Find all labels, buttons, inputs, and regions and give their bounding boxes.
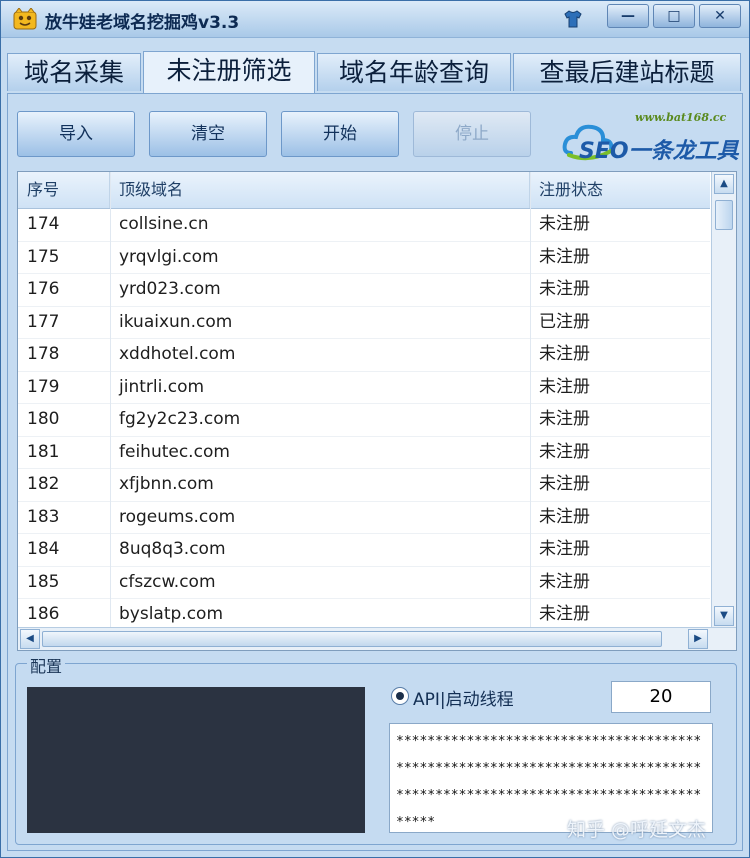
tab-unregistered-filter[interactable]: 未注册筛选 (143, 51, 315, 93)
start-button[interactable]: 开始 (281, 111, 399, 157)
cell-index: 178 (27, 344, 60, 364)
table-row[interactable]: 179 jintrli.com 未注册 (18, 372, 710, 404)
horizontal-scroll-thumb[interactable] (42, 631, 662, 647)
api-radio[interactable] (391, 687, 409, 705)
cell-domain: rogeums.com (119, 506, 236, 527)
scroll-thumb[interactable] (715, 200, 733, 230)
cell-status: 未注册 (539, 441, 590, 462)
cell-domain: fg2y2c23.com (119, 409, 241, 429)
table-row[interactable]: 186 byslatp.com 未注册 (18, 599, 710, 628)
table-row[interactable]: 175 yrqvlgi.com 未注册 (18, 242, 710, 274)
cell-index: 179 (27, 376, 60, 397)
vertical-scrollbar[interactable]: ▲ ▼ (711, 172, 736, 628)
window-title: 放牛娃老域名挖掘鸡v3.3 (45, 13, 240, 33)
tab-domain-age[interactable]: 域名年龄查询 (317, 53, 511, 91)
close-button[interactable]: ✕ (699, 4, 741, 28)
stop-button[interactable]: 停止 (413, 111, 531, 157)
cell-index: 180 (27, 409, 60, 429)
column-header-index[interactable]: 序号 (18, 172, 110, 208)
table-row[interactable]: 185 cfszcw.com 未注册 (18, 567, 710, 599)
cell-status: 未注册 (539, 409, 590, 429)
cell-index: 177 (27, 311, 60, 332)
logo-url: www.bat168.cc (635, 111, 727, 124)
table-row[interactable]: 184 8uq8q3.com 未注册 (18, 534, 710, 567)
config-label: 配置 (27, 653, 66, 677)
clear-button[interactable]: 清空 (149, 111, 267, 157)
tab-last-site-title[interactable]: 查最后建站标题 (513, 53, 741, 91)
tab-bar: 域名采集 未注册筛选 域名年龄查询 查最后建站标题 (7, 51, 743, 93)
table-row[interactable]: 182 xfjbnn.com 未注册 (18, 469, 710, 502)
api-radio-label[interactable]: API|启动线程 (413, 685, 514, 710)
tab-domain-collect[interactable]: 域名采集 (7, 53, 141, 91)
table-body: 174 collsine.cn 未注册 175 yrqvlgi.com 未注册 … (18, 209, 710, 628)
cell-status: 已注册 (539, 311, 590, 332)
scroll-right-icon[interactable]: ▶ (688, 629, 708, 649)
cell-domain: byslatp.com (119, 604, 224, 624)
cell-index: 174 (27, 214, 60, 234)
cell-index: 186 (27, 604, 60, 624)
cell-domain: xddhotel.com (119, 344, 236, 364)
cell-status: 未注册 (539, 344, 590, 364)
app-window: 放牛娃老域名挖掘鸡v3.3 — □ ✕ 域名采集 未注册筛选 域名年龄查询 查最… (0, 0, 750, 858)
domain-table: 序号 顶级域名 注册状态 174 collsine.cn 未注册 175 yrq… (17, 171, 737, 651)
table-row[interactable]: 174 collsine.cn 未注册 (18, 209, 710, 242)
column-divider (530, 172, 531, 628)
table-row[interactable]: 178 xddhotel.com 未注册 (18, 339, 710, 372)
cell-status: 未注册 (539, 279, 590, 299)
title-bar: 放牛娃老域名挖掘鸡v3.3 — □ ✕ (1, 1, 749, 38)
cell-domain: yrd023.com (119, 279, 221, 299)
cell-index: 176 (27, 279, 60, 299)
table-header: 序号 顶级域名 注册状态 (18, 172, 710, 209)
cell-index: 183 (27, 506, 60, 527)
thread-count-input[interactable]: 20 (611, 681, 711, 713)
cell-domain: collsine.cn (119, 214, 209, 234)
table-row[interactable]: 181 feihutec.com 未注册 (18, 437, 710, 469)
app-logo-icon (13, 8, 37, 30)
table-row[interactable]: 180 fg2y2c23.com 未注册 (18, 404, 710, 437)
cell-status: 未注册 (539, 506, 590, 527)
table-row[interactable]: 183 rogeums.com 未注册 (18, 502, 710, 534)
cell-index: 175 (27, 246, 60, 267)
cell-status: 未注册 (539, 214, 590, 234)
column-header-domain[interactable]: 顶级域名 (110, 172, 530, 208)
cell-index: 184 (27, 539, 60, 559)
scroll-down-icon[interactable]: ▼ (714, 606, 734, 626)
cell-status: 未注册 (539, 604, 590, 624)
cell-status: 未注册 (539, 474, 590, 494)
column-header-status[interactable]: 注册状态 (530, 172, 710, 208)
log-panel (27, 687, 365, 833)
cell-domain: yrqvlgi.com (119, 246, 219, 267)
cell-index: 181 (27, 441, 60, 462)
scroll-up-icon[interactable]: ▲ (714, 174, 734, 194)
cell-domain: ikuaixun.com (119, 311, 233, 332)
logo-text: SEO一条龙工具 (579, 139, 739, 164)
cell-index: 182 (27, 474, 60, 494)
cell-domain: feihutec.com (119, 441, 230, 462)
table-row[interactable]: 177 ikuaixun.com 已注册 (18, 307, 710, 339)
table-row[interactable]: 176 yrd023.com 未注册 (18, 274, 710, 307)
maximize-button[interactable]: □ (653, 4, 695, 28)
scroll-left-icon[interactable]: ◀ (20, 629, 40, 649)
horizontal-scrollbar[interactable]: ◀ ▶ (18, 627, 736, 650)
cell-domain: 8uq8q3.com (119, 539, 226, 559)
skin-icon[interactable] (563, 9, 583, 29)
cell-domain: xfjbnn.com (119, 474, 214, 494)
cell-index: 185 (27, 571, 60, 592)
watermark: 知乎 @呼延文杰 (567, 819, 707, 841)
cell-domain: cfszcw.com (119, 571, 216, 592)
cell-domain: jintrli.com (119, 376, 205, 397)
seo-logo: www.bat168.cc SEO一条龙工具 (561, 107, 739, 164)
minimize-button[interactable]: — (607, 4, 649, 28)
cell-status: 未注册 (539, 539, 590, 559)
column-divider (110, 172, 111, 628)
cell-status: 未注册 (539, 571, 590, 592)
cell-status: 未注册 (539, 376, 590, 397)
cell-status: 未注册 (539, 246, 590, 267)
import-button[interactable]: 导入 (17, 111, 135, 157)
